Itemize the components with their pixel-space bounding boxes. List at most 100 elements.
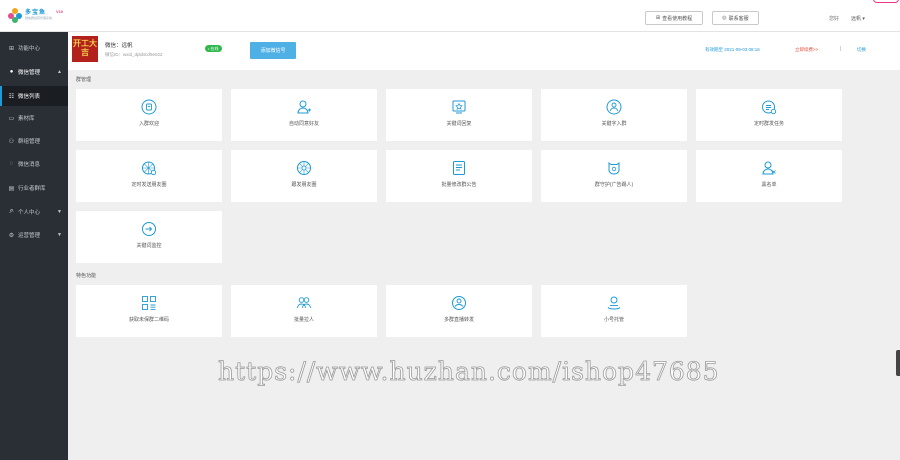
section-title-special-features: 特色功能 — [76, 273, 97, 279]
monitor-icon — [141, 221, 157, 237]
card-live-forward[interactable]: 多群直播转发 — [386, 285, 532, 337]
card-label: 入群欢迎 — [138, 121, 159, 127]
avatar[interactable]: 开工大吉 — [72, 36, 98, 62]
chevron-down-icon: ▼ — [57, 209, 62, 215]
support-icon: ◎ — [722, 15, 727, 21]
user-menu[interactable]: 远帆 ▾ — [851, 15, 865, 22]
logo-version: V10 — [56, 8, 64, 14]
wechat-icon: ● — [9, 69, 14, 75]
support-button[interactable]: ◎ 联系客服 — [712, 11, 759, 25]
card-label: 批量修改群公告 — [441, 182, 477, 188]
keyword-join-icon — [606, 99, 622, 115]
card-keyword-monitor[interactable]: 关键词监控 — [76, 211, 222, 263]
sidebar-item-wechat-manage[interactable]: ● 微信管理 ▲ — [0, 62, 68, 82]
help-icon: ⊞ — [655, 15, 661, 21]
card-label: 关键词回复 — [446, 121, 472, 127]
sidebar-item-label: 运营管理 — [18, 233, 41, 239]
top-bar: 多宝鱼 微信群运营管理系统 V10 ⊞ 查看使用教程 ◎ 联系客服 您好 远帆 … — [0, 0, 900, 32]
card-scheduled-task[interactable]: 定时群发任务 — [696, 89, 842, 141]
chevron-down-icon: ▼ — [57, 232, 62, 238]
sidebar-item-label: 行业者群库 — [18, 186, 46, 192]
add-friend-icon — [296, 99, 312, 115]
card-label: 群守护(广告踢人) — [594, 182, 634, 188]
card-label: 定时发送朋友圈 — [131, 182, 167, 188]
card-moments-schedule[interactable]: 定时发送朋友圈 — [76, 150, 222, 202]
app-logo[interactable]: 多宝鱼 微信群运营管理系统 V10 — [8, 8, 64, 23]
sidebar-item-group-manage[interactable]: ⚇ 群组管理 — [0, 131, 68, 151]
corner-button[interactable] — [873, 0, 899, 3]
card-label: 获取未保群二维码 — [128, 317, 169, 323]
group-icon: ⚇ — [8, 138, 15, 145]
card-group-guard[interactable]: 群守护(广告踢人) — [541, 150, 687, 202]
blacklist-icon — [761, 160, 777, 176]
sidebar-item-label: 微信管理 — [18, 70, 41, 76]
user-name: 远帆 — [851, 16, 862, 22]
card-label: 小号托管 — [603, 317, 624, 323]
card-label: 批量拉人 — [293, 317, 314, 323]
avatar-text: 开工大吉 — [73, 38, 97, 57]
tutorial-button[interactable]: ⊞ 查看使用教程 — [645, 11, 703, 25]
grid-icon: ⊞ — [8, 45, 15, 52]
support-label: 联系客服 — [728, 15, 749, 22]
side-scroll-tab[interactable] — [896, 350, 900, 376]
card-label: 自动同意好友 — [288, 121, 319, 127]
card-label: 跟发朋友圈 — [291, 182, 317, 188]
sidebar-item-label: 功能中心 — [18, 46, 41, 52]
list-icon: ☷ — [8, 93, 15, 100]
card-batch-notice[interactable]: 批量修改群公告 — [386, 150, 532, 202]
status-badge: • 在线 — [205, 45, 222, 52]
hosting-icon — [606, 295, 622, 311]
sidebar-item-label: 个人中心 — [18, 210, 41, 216]
card-label: 定时群发任务 — [753, 121, 784, 127]
sidebar-item-label: 微信列表 — [18, 94, 41, 100]
card-label: 多群直播转发 — [443, 317, 474, 323]
scheduled-task-icon — [761, 99, 777, 115]
bulk-invite-icon — [296, 295, 312, 311]
folder-icon: ▭ — [8, 115, 15, 122]
sidebar-item-wechat-list[interactable]: ☷ 微信列表 — [0, 86, 68, 106]
card-bulk-invite[interactable]: 批量拉人 — [231, 285, 377, 337]
sidebar-item-industry-groups[interactable]: ▤ 行业者群库 — [0, 178, 68, 198]
watermark: https://www.huzhan.com/ishop47685 — [218, 357, 720, 387]
account-wxid: 微信ID：wxid_dpldstxf9e022 — [105, 52, 163, 57]
card-label: 关键字入群 — [601, 121, 627, 127]
guard-icon — [606, 160, 622, 176]
card-label: 黑名单 — [761, 182, 777, 188]
sidebar-item-function-center[interactable]: ⊞ 功能中心 — [0, 38, 68, 58]
card-keyword-reply[interactable]: 关键词回复 — [386, 89, 532, 141]
card-label: 关键词监控 — [136, 243, 162, 249]
welcome-icon — [141, 99, 157, 115]
card-keyword-join[interactable]: 关键字入群 — [541, 89, 687, 141]
sidebar: ⊞ 功能中心 ● 微信管理 ▲ ☷ 微信列表 ▭ 素材库 ⚇ 群组管理 ◌ 微信… — [0, 32, 68, 460]
sidebar-item-personal-center[interactable]: ዶ 个人中心 ▼ — [0, 202, 68, 222]
sidebar-item-messages[interactable]: ◌ 微信消息 — [0, 154, 68, 174]
qrcode-icon — [141, 295, 157, 311]
sidebar-item-operations[interactable]: ⚙ 运营管理 ▼ — [0, 225, 68, 245]
tutorial-label: 查看使用教程 — [662, 15, 693, 22]
switch-account-link[interactable]: 切换 — [857, 47, 866, 53]
card-qrcode[interactable]: 获取未保群二维码 — [76, 285, 222, 337]
renew-link[interactable]: 立即续费>> — [795, 47, 818, 53]
keyword-reply-icon — [451, 99, 467, 115]
database-icon: ▤ — [8, 185, 15, 192]
live-forward-icon — [451, 295, 467, 311]
add-wechat-button[interactable]: 添加微信号 — [250, 42, 296, 59]
sidebar-item-label: 微信消息 — [18, 162, 41, 168]
chevron-down-icon: ▾ — [862, 16, 865, 22]
greeting-text: 您好 — [829, 16, 840, 22]
divider: | — [840, 46, 842, 52]
card-moments-follow[interactable]: 跟发朋友圈 — [231, 150, 377, 202]
card-welcome[interactable]: 入群欢迎 — [76, 89, 222, 141]
user-icon: ዶ — [9, 208, 14, 215]
gear-icon: ⚙ — [8, 232, 15, 239]
expire-date: 有效期至 2021-09-03 08:16 — [705, 47, 760, 52]
logo-subtitle: 微信群运营管理系统 — [25, 16, 53, 20]
card-auto-accept-friend[interactable]: 自动同意好友 — [231, 89, 377, 141]
message-icon: ◌ — [9, 161, 14, 167]
sidebar-item-label: 素材库 — [18, 116, 35, 122]
sidebar-item-materials[interactable]: ▭ 素材库 — [0, 108, 68, 128]
logo-mark-icon — [8, 8, 22, 23]
card-account-hosting[interactable]: 小号托管 — [541, 285, 687, 337]
card-blacklist[interactable]: 黑名单 — [696, 150, 842, 202]
account-name: 微信：远帆 — [105, 43, 133, 49]
